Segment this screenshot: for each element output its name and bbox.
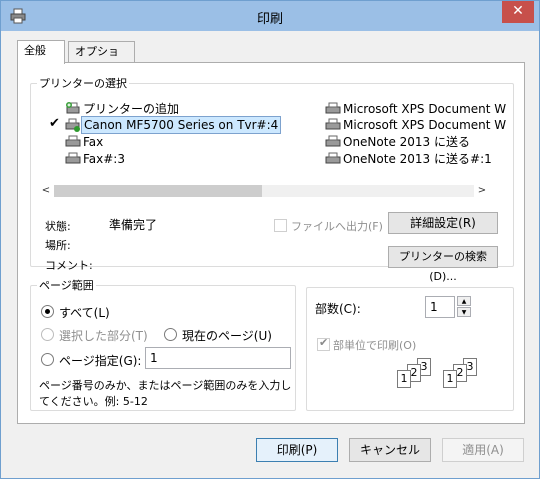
find-printer-button[interactable]: プリンターの検索(D)... [388,246,498,283]
title-bar[interactable]: 印刷 ✕ [1,1,539,31]
tab-options[interactable]: オプション [68,41,135,78]
comment-label: コメント: [45,259,93,272]
cancel-button[interactable]: キャンセル [349,438,431,462]
printer-icon [325,118,341,130]
page-range-pages-label[interactable]: ページ指定(G): [59,352,141,369]
printer-select-legend: プリンターの選択 [39,77,127,90]
page-range-current-radio[interactable] [164,328,177,341]
location-label: 場所: [45,239,71,252]
page-range-all-radio[interactable] [41,305,54,318]
tab-general[interactable]: 全般 [17,40,65,64]
printer-label: OneNote 2013 に送る [343,135,471,149]
page-range-legend: ページ範囲 [39,279,94,292]
page-range-selection-label[interactable]: 選択した部分(T) [59,327,148,344]
collate-page-1: 1 [443,370,457,388]
printer-icon [65,118,80,132]
default-printer-check-icon: ✔ [49,116,60,131]
printer-label: Fax#:3 [83,152,125,166]
scroll-track[interactable] [54,185,474,197]
printer-icon [325,102,341,114]
copies-up-button[interactable]: ▲ [457,296,471,306]
printer-label: Canon MF5700 Series on Tvr#:4 [81,116,282,134]
copies-label: 部数(C): [315,302,361,316]
printer-label: OneNote 2013 に送る#:1 [343,152,492,166]
print-to-file-checkbox[interactable] [274,219,287,232]
printer-icon [65,135,81,147]
page-range-input[interactable]: 1 [145,347,291,369]
page-range-hint-line2: てください。例: 5-12 [39,395,148,408]
status-label: 状態: [45,220,71,233]
page-range-selection-radio[interactable] [41,328,54,341]
printer-icon [65,152,81,164]
print-to-file-label: ファイルへ出力(F) [291,220,383,233]
printer-list-scrollbar[interactable]: < > [39,184,489,198]
printer-icon [325,152,341,164]
print-dialog: 印刷 ✕ 全般 オプション プリンターの選択 プリンターの追加 [0,0,540,479]
copies-input[interactable]: 1 [425,296,455,318]
scroll-left-button[interactable]: < [39,184,53,198]
page-range-group: ページ範囲 すべて(L) 選択した部分(T) 現在のページ(U) ページ指定(G… [30,277,296,411]
printer-icon [325,135,341,147]
page-range-hint-line1: ページ番号のみか、またはページ範囲のみを入力し [39,379,292,392]
copies-down-button[interactable]: ▼ [457,307,471,317]
printer-label: Microsoft XPS Document W [343,118,507,132]
copies-group: 部数(C): 1 ▲ ▼ 部単位で印刷(O) 3 2 1 3 2 1 [306,287,514,411]
collate-label: 部単位で印刷(O) [333,339,417,352]
printer-label: プリンターの追加 [83,102,180,116]
preferences-button[interactable]: 詳細設定(R) [388,212,498,234]
page-range-pages-radio[interactable] [41,353,54,366]
print-button[interactable]: 印刷(P) [256,438,338,462]
page-range-current-label[interactable]: 現在のページ(U) [182,327,272,344]
scroll-thumb[interactable] [54,185,262,197]
page-range-all-label[interactable]: すべて(L) [59,304,110,321]
printer-label: Fax [83,135,104,149]
tab-panel-general: プリンターの選択 プリンターの追加 ✔ Canon MF5700 Series … [17,62,525,424]
add-printer-icon [66,102,80,114]
printer-list[interactable]: プリンターの追加 ✔ Canon MF5700 Series on Tvr#:4 [49,101,506,181]
close-button[interactable]: ✕ [502,1,534,23]
apply-button[interactable]: 適用(A) [442,438,524,462]
scroll-right-button[interactable]: > [475,184,489,198]
window-title: 印刷 [256,12,283,27]
printer-select-group: プリンターの選択 プリンターの追加 ✔ Canon MF5700 Series … [30,75,514,283]
collate-checkbox[interactable] [317,336,330,351]
collate-page-1: 1 [397,370,411,388]
status-value: 準備完了 [109,218,158,232]
printer-label: Microsoft XPS Document W [343,102,507,116]
